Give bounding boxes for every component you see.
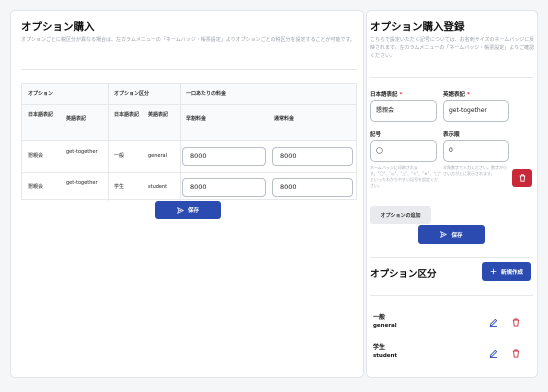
symbol-select[interactable]: ◯: [370, 140, 437, 162]
category-title: オプション区分: [370, 269, 437, 280]
ja-label-text: 日本語表記: [370, 92, 398, 98]
subheader-category-ja: 日本語表記: [114, 112, 140, 118]
row-category-ja: 一般: [114, 153, 125, 159]
pencil-icon[interactable]: [487, 347, 499, 359]
pencil-icon[interactable]: [487, 316, 499, 328]
early-price-input[interactable]: 8000: [182, 147, 266, 166]
ja-name-input[interactable]: 懇親会: [370, 100, 437, 122]
options-table: オプション オプション区分 一口あたりの料金 日本語表記 英語表記 日本語表記 …: [21, 83, 357, 201]
required-mark: *: [466, 92, 470, 98]
table-divider: [22, 172, 356, 173]
subheader-early-price: 早割料金: [186, 116, 207, 122]
save-button[interactable]: 保存: [155, 201, 221, 219]
register-save-label: 保存: [451, 232, 463, 239]
divider: [21, 69, 357, 70]
category-key: student: [373, 353, 398, 359]
order-hint: 半角数字で入力ください。数字が小さい方が上に表示されます。: [443, 165, 507, 176]
row-category-en: general: [148, 153, 168, 159]
row-category-ja: 学生: [114, 184, 125, 190]
trash-icon[interactable]: [510, 347, 522, 359]
row-option-ja: 懇親会: [28, 153, 44, 159]
subheader-category-en: 英語表記: [148, 112, 169, 118]
table-divider: [22, 140, 356, 141]
divider: [370, 295, 533, 296]
page-title: オプション購入: [21, 21, 95, 33]
register-save-button[interactable]: 保存: [418, 225, 485, 244]
trash-icon: [519, 174, 525, 182]
divider: [370, 257, 533, 258]
table-divider: [180, 84, 181, 201]
normal-price-input[interactable]: 8000: [272, 147, 353, 166]
plus-icon: [490, 268, 497, 275]
symbol-hint: ネームバッジに印刷されます。"〇"、"◎"、"△"、"×"、"★"、"□" とい…: [370, 165, 441, 188]
row-option-en: get-together: [66, 180, 98, 186]
normal-price-input[interactable]: 8000: [272, 178, 353, 197]
add-option-button[interactable]: オプションの追加: [370, 206, 431, 224]
row-option-ja: 懇親会: [28, 184, 44, 190]
subheader-normal-price: 通常料金: [274, 116, 295, 122]
row-category-en: student: [148, 184, 168, 190]
subheader-ja: 日本語表記: [28, 112, 54, 118]
table-divider: [22, 104, 356, 105]
option-purchase-panel: オプション購入 オプションごとに税区分が異なる場合は、左カラムメニューの「ネーム…: [10, 10, 364, 378]
header-option-category: オプション区分: [114, 91, 150, 97]
order-label: 表示順: [443, 132, 460, 138]
symbol-label: 記号: [370, 132, 382, 138]
divider: [370, 77, 533, 78]
send-icon: [177, 206, 184, 214]
en-name-input[interactable]: get-together: [443, 100, 509, 122]
category-name: 一般: [373, 314, 386, 321]
table-divider: [108, 84, 109, 201]
en-label-text: 英語表記: [443, 92, 466, 98]
page-description: オプションごとに税区分が異なる場合は、左カラムメニューの「ネームバッジ・帳票設定…: [21, 37, 356, 43]
header-price: 一口あたりの料金: [186, 91, 227, 97]
ja-label: 日本語表記 *: [370, 90, 402, 98]
order-input[interactable]: 0: [443, 140, 509, 162]
header-option: オプション: [28, 91, 54, 97]
en-label: 英語表記 *: [443, 90, 470, 98]
category-name: 学生: [373, 344, 386, 351]
save-button-label: 保存: [187, 208, 199, 214]
send-icon: [440, 231, 448, 238]
new-category-button[interactable]: 新規作成: [482, 262, 531, 281]
category-key: general: [373, 323, 397, 329]
trash-icon[interactable]: [510, 316, 522, 328]
subheader-en: 英語表記: [66, 116, 87, 122]
register-description: こちらで設定いただく記号については、お名刺サイズのネームバッジに反映されます。左…: [370, 37, 535, 59]
option-register-panel: オプション購入登録 こちらで設定いただく記号については、お名刺サイズのネームバッ…: [366, 10, 538, 378]
row-option-en: get-together: [66, 149, 98, 155]
early-price-input[interactable]: 8000: [182, 178, 266, 197]
required-mark: *: [399, 92, 403, 98]
register-title: オプション購入登録: [370, 21, 465, 33]
delete-symbol-button[interactable]: [512, 169, 532, 187]
new-category-label: 新規作成: [500, 269, 523, 276]
